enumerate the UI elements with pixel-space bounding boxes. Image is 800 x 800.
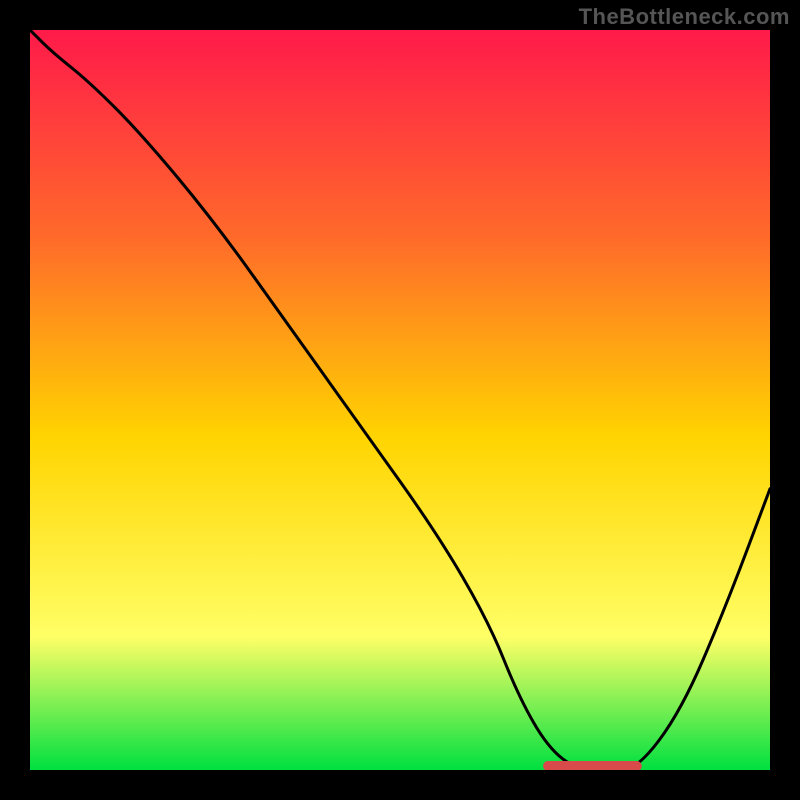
plot-area: [30, 30, 770, 770]
watermark-text: TheBottleneck.com: [579, 4, 790, 30]
chart-frame: TheBottleneck.com: [0, 0, 800, 800]
gradient-background: [30, 30, 770, 770]
bottleneck-chart: [30, 30, 770, 770]
